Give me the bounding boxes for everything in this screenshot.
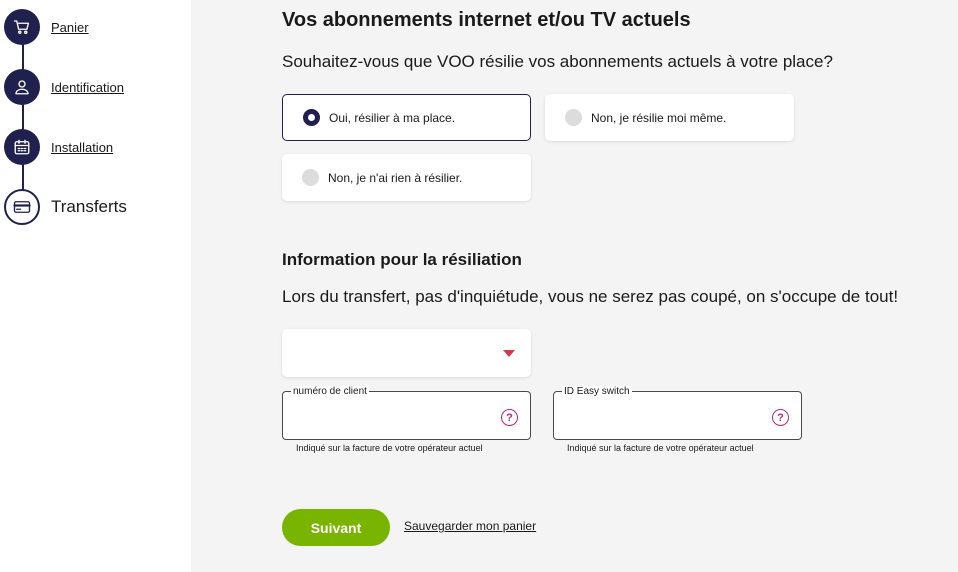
client-number-hint: Indiqué sur la facture de votre opérateu… bbox=[296, 443, 483, 453]
option-label: Oui, résilier à ma place. bbox=[329, 110, 456, 125]
client-number-input[interactable] bbox=[293, 406, 493, 428]
help-icon[interactable]: ? bbox=[772, 409, 789, 426]
operator-select[interactable] bbox=[282, 329, 531, 377]
step-transferts: Transferts bbox=[4, 189, 127, 225]
step-identification[interactable]: Identification bbox=[4, 69, 124, 105]
option-je-resilie-moi-meme[interactable]: Non, je résilie moi même. bbox=[545, 94, 794, 141]
next-button[interactable]: Suivant bbox=[282, 509, 390, 546]
termination-text: Lors du transfert, pas d'inquiétude, vou… bbox=[282, 287, 899, 306]
step-installation[interactable]: Installation bbox=[4, 129, 113, 165]
subscriptions-question: Souhaitez-vous que VOO résilie vos abonn… bbox=[282, 52, 833, 71]
subscriptions-title: Vos abonnements internet et/ou TV actuel… bbox=[282, 9, 691, 31]
easy-switch-input[interactable] bbox=[564, 406, 764, 428]
step-label-panier[interactable]: Panier bbox=[51, 20, 89, 35]
easy-switch-hint: Indiqué sur la facture de votre opérateu… bbox=[567, 443, 754, 453]
user-icon bbox=[4, 69, 40, 105]
option-label: Non, je résilie moi même. bbox=[591, 110, 727, 125]
step-label-installation[interactable]: Installation bbox=[51, 140, 113, 155]
option-label: Non, je n'ai rien à résilier. bbox=[328, 170, 463, 185]
card-icon bbox=[4, 189, 40, 225]
save-cart-link[interactable]: Sauvegarder mon panier bbox=[404, 519, 536, 533]
easy-switch-field[interactable]: ID Easy switch ? bbox=[553, 386, 802, 440]
client-number-field[interactable]: numéro de client ? bbox=[282, 386, 531, 440]
termination-title: Information pour la résiliation bbox=[282, 250, 522, 269]
main-content: Vos abonnements internet et/ou TV actuel… bbox=[191, 0, 958, 572]
checkout-stepper: Panier Identification Installation Trans… bbox=[0, 0, 191, 572]
step-label-identification[interactable]: Identification bbox=[51, 80, 124, 95]
radio-empty-icon bbox=[302, 169, 319, 186]
easy-switch-label: ID Easy switch bbox=[562, 386, 632, 397]
step-panier[interactable]: Panier bbox=[4, 9, 89, 45]
radio-selected-icon bbox=[303, 109, 320, 126]
step-label-transferts: Transferts bbox=[51, 197, 127, 216]
option-rien-a-resilier[interactable]: Non, je n'ai rien à résilier. bbox=[282, 154, 531, 201]
radio-empty-icon bbox=[565, 109, 582, 126]
client-number-label: numéro de client bbox=[291, 386, 369, 397]
option-resilier-a-ma-place[interactable]: Oui, résilier à ma place. bbox=[282, 94, 531, 141]
help-icon[interactable]: ? bbox=[501, 409, 518, 426]
calendar-icon bbox=[4, 129, 40, 165]
chevron-down-icon bbox=[503, 350, 515, 357]
cart-icon bbox=[4, 9, 40, 45]
